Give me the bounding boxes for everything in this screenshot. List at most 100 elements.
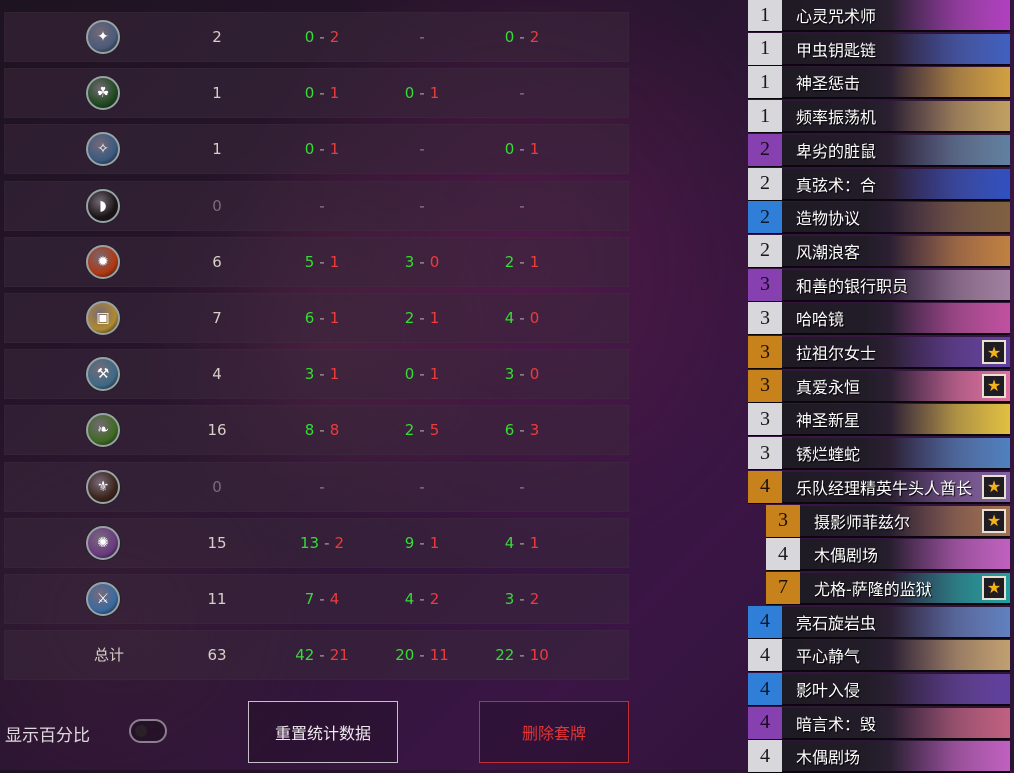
deck-card[interactable]: 1 心灵咒术师 <box>748 0 1010 32</box>
mana-cost: 4 <box>766 538 800 571</box>
mana-cost: 3 <box>748 403 782 436</box>
losses-value: 1 <box>329 309 340 327</box>
record-col-3-total: 22-10 <box>472 630 572 680</box>
stats-row[interactable]: ⚜ 0 - - - <box>4 461 629 512</box>
mana-cost: 4 <box>748 673 782 705</box>
deck-card[interactable]: 2 真弦术：合 <box>748 167 1010 201</box>
deck-card[interactable]: 3 和善的银行职员 <box>748 268 1010 302</box>
empty-dash: - <box>419 140 425 159</box>
card-name: 影叶入侵 <box>796 681 861 700</box>
wins-value: 7 <box>304 590 315 608</box>
show-percent-toggle[interactable] <box>129 719 167 743</box>
record-col-1: 7-4 <box>272 574 372 624</box>
wins-value: 2 <box>404 309 415 327</box>
stats-row[interactable]: ✦ 2 0-2-0-2 <box>4 12 629 62</box>
deck-card[interactable]: 3 神圣新星 <box>748 403 1010 437</box>
show-percent-label: 显示百分比 <box>5 726 90 746</box>
star-icon: ★ <box>982 474 1006 499</box>
star-icon: ★ <box>982 508 1006 533</box>
record-col-2: 2-5 <box>372 405 472 455</box>
card-name: 和善的银行职员 <box>796 276 909 296</box>
green-wing-icon: ❧ <box>86 413 120 448</box>
card-name: 亮石旋岩虫 <box>796 613 877 633</box>
stats-row[interactable]: ◗ 0 - - - <box>4 180 629 231</box>
deck-card[interactable]: 3 摄影师菲兹尔 ★ <box>766 504 1010 538</box>
wins-value: 4 <box>404 590 415 608</box>
losses-value: 1 <box>329 140 340 159</box>
card-name: 摄影师菲兹尔 <box>814 512 911 532</box>
delete-deck-button[interactable]: 删除套牌 <box>479 701 629 763</box>
record-separator: - <box>319 28 325 46</box>
reset-stats-button[interactable]: 重置统计数据 <box>248 701 398 763</box>
record-separator: - <box>519 533 525 552</box>
record-col-3: 0-1 <box>472 124 572 174</box>
games-count-total: 63 <box>207 646 227 665</box>
empty-dash: - <box>419 28 425 46</box>
deck-card[interactable]: 2 造物协议 <box>748 201 1010 235</box>
stats-row[interactable]: ✹ 6 5-1 3-0 2-1 <box>4 236 629 287</box>
losses-value: 1 <box>529 252 540 271</box>
deck-card[interactable]: 4 平心静气 <box>748 639 1010 673</box>
record-col-2: 2-1 <box>372 293 472 343</box>
deck-card[interactable]: 4 暗言术：毁 <box>748 706 1010 740</box>
deck-card[interactable]: 3 锈烂蝰蛇 <box>748 437 1010 471</box>
stats-row[interactable]: ✧ 1 0-1-0-1 <box>4 124 629 175</box>
empty-dash: - <box>319 196 325 215</box>
stats-row[interactable]: ⚒ 4 3-1 0-1 3-0 <box>4 349 629 400</box>
deck-card[interactable]: 3 哈哈镜 <box>748 302 1010 336</box>
fire-arrow-icon: ✹ <box>86 244 120 279</box>
silver-hammer-icon: ⚒ <box>86 357 120 392</box>
games-count: 16 <box>207 421 227 440</box>
deck-card[interactable]: 2 风潮浪客 <box>748 234 1010 268</box>
card-name: 木偶剧场 <box>814 546 879 566</box>
mana-cost: 3 <box>748 369 782 402</box>
record-separator: - <box>419 365 425 384</box>
deck-card[interactable]: 4 影叶入侵 <box>748 673 1010 706</box>
card-name: 木偶剧场 <box>796 748 861 768</box>
mana-cost: 2 <box>748 167 782 200</box>
record-col-3: 2-1 <box>472 237 572 287</box>
deck-card[interactable]: 2 卑劣的脏鼠 <box>748 133 1010 167</box>
record-separator: - <box>419 252 425 271</box>
deck-card[interactable]: 3 真爱永恒 ★ <box>748 369 1010 403</box>
record-col-2: 4-2 <box>372 574 472 624</box>
record-separator: - <box>319 646 325 665</box>
empty-dash: - <box>519 477 525 496</box>
deck-card[interactable]: 1 频率振荡机 <box>748 100 1010 134</box>
mana-cost: 4 <box>748 639 782 672</box>
wins-value: 3 <box>404 252 415 271</box>
record-separator: - <box>319 365 325 384</box>
deck-card[interactable]: 4 木偶剧场 <box>766 538 1010 572</box>
deck-card[interactable]: 7 尤格-萨隆的监狱 ★ <box>766 571 1010 605</box>
losses-value: 2 <box>529 28 540 46</box>
deck-card[interactable]: 4 木偶剧场 <box>748 740 1010 773</box>
deck-card[interactable]: 3 拉祖尔女士 ★ <box>748 336 1010 369</box>
record-col-1: 0-1 <box>272 68 372 118</box>
record-separator: - <box>319 590 325 608</box>
golden-tablet-icon: ▣ <box>86 301 120 335</box>
card-name: 神圣惩击 <box>796 74 861 94</box>
card-name: 真爱永恒 <box>796 377 861 397</box>
record-separator: - <box>519 28 525 46</box>
deck-card[interactable]: 1 甲虫钥匙链 <box>748 32 1010 66</box>
wins-value: 0 <box>304 140 315 159</box>
stats-row[interactable]: ☘ 1 0-1 0-1- <box>4 68 629 119</box>
record-separator: - <box>319 140 325 159</box>
empty-dash: - <box>519 84 525 103</box>
stats-row[interactable]: ✺ 15 13-2 9-1 4-1 <box>4 517 629 568</box>
card-name: 甲虫钥匙链 <box>796 40 877 60</box>
deck-card[interactable]: 1 神圣惩击 <box>748 66 1010 100</box>
deck-card[interactable]: 4 亮石旋岩虫 <box>748 605 1010 639</box>
record-separator: - <box>519 309 525 327</box>
mana-cost: 4 <box>748 706 782 739</box>
record-separator: - <box>519 421 525 440</box>
record-col-2: 0-1 <box>372 349 472 399</box>
stats-row[interactable]: ⚔ 11 7-4 4-2 3-2 <box>4 574 629 624</box>
deck-card[interactable]: 4 乐队经理精英牛头人酋长 ★ <box>748 470 1010 504</box>
losses-value: 1 <box>429 309 440 327</box>
stats-row[interactable]: ▣ 7 6-1 2-1 4-0 <box>4 293 629 343</box>
losses-value: 5 <box>429 421 440 440</box>
stats-row[interactable]: ❧ 16 8-8 2-5 6-3 <box>4 405 629 456</box>
mana-cost: 4 <box>748 605 782 638</box>
record-separator: - <box>319 252 325 271</box>
